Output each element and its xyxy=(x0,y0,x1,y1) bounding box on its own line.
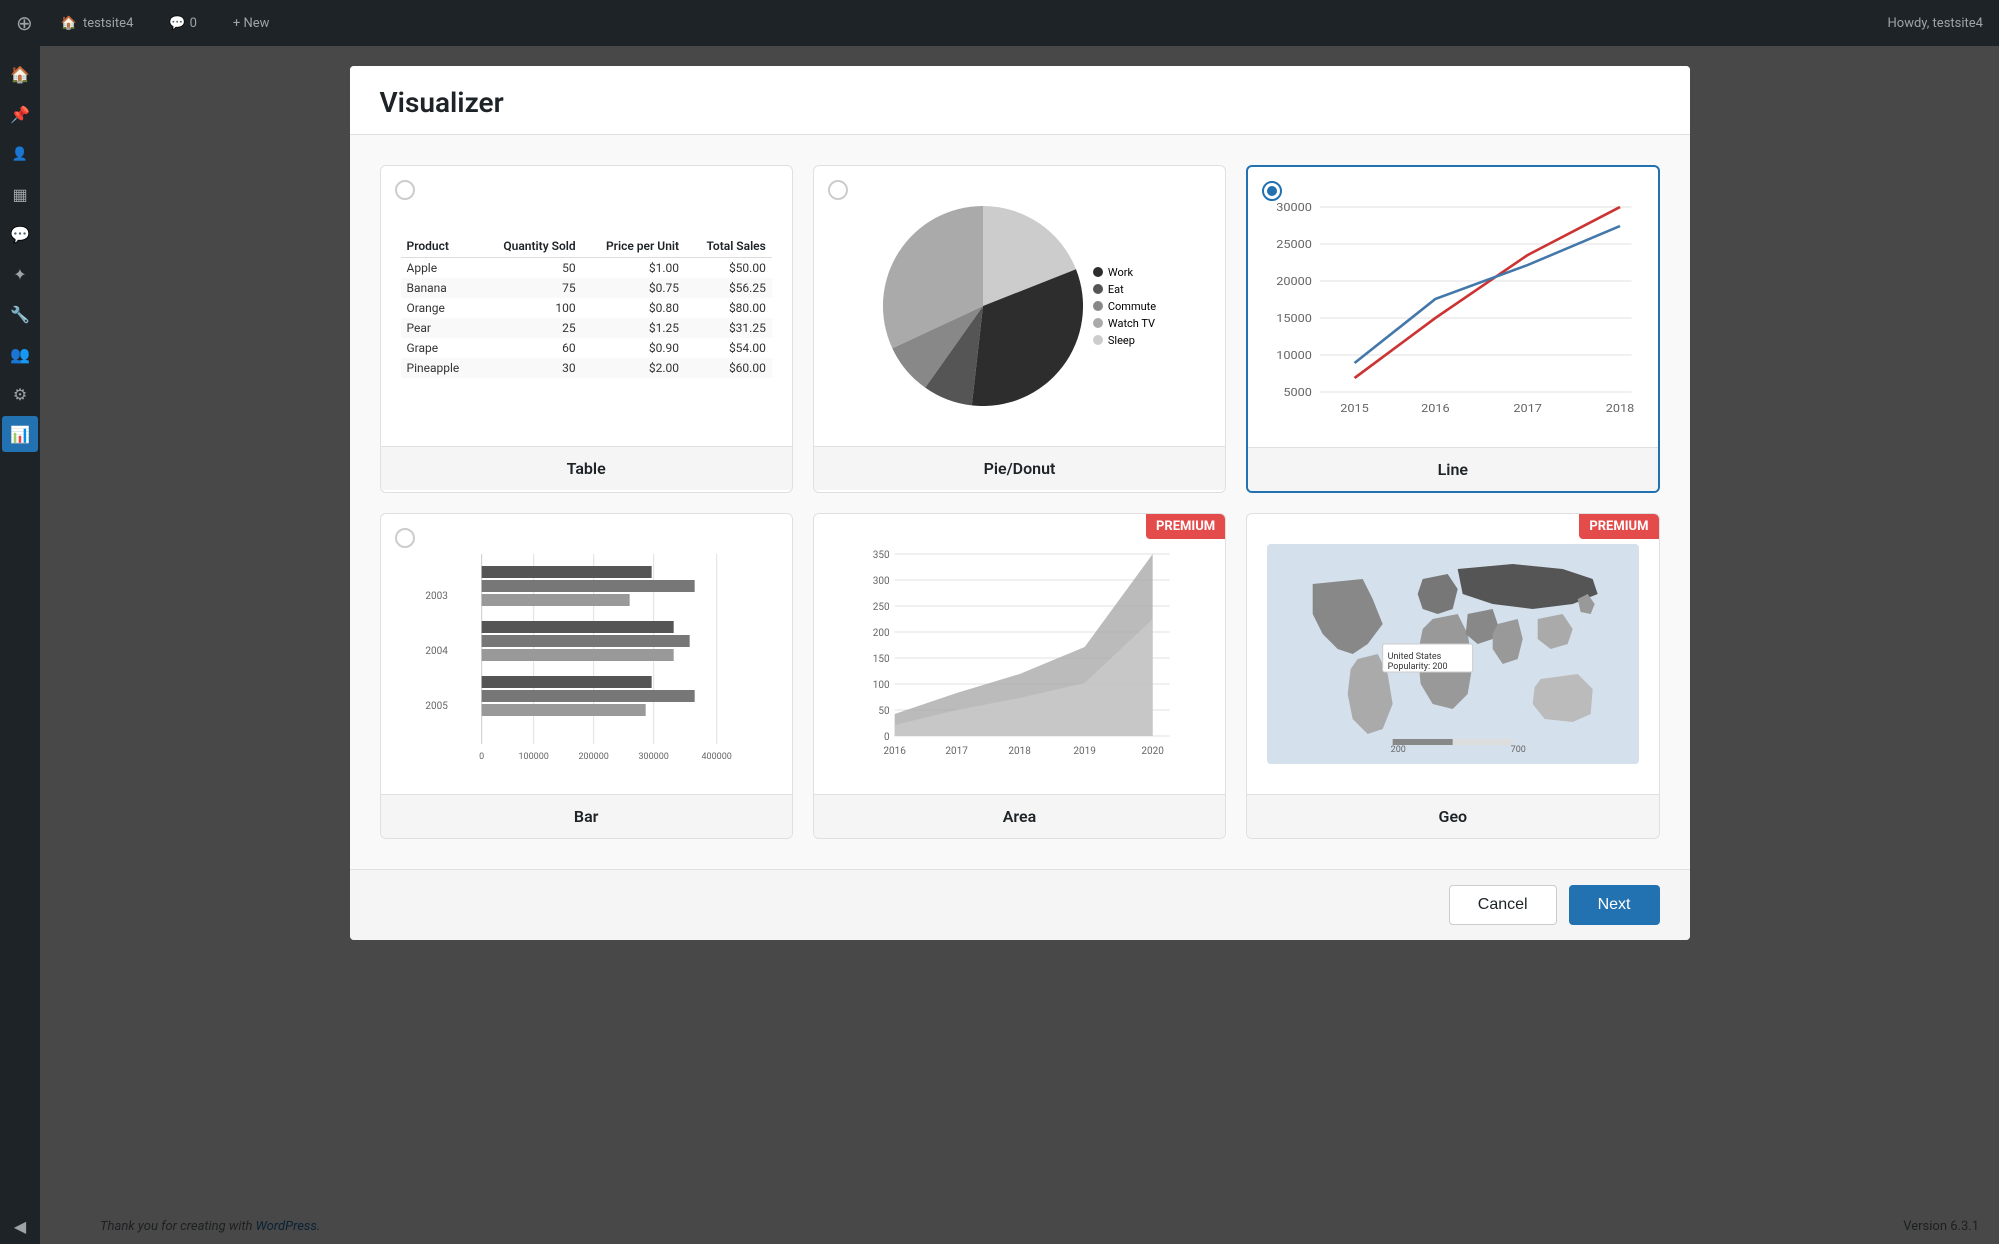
svg-text:2017: 2017 xyxy=(1514,402,1543,415)
table-row: Pineapple30$2.00$60.00 xyxy=(401,358,772,378)
svg-text:200000: 200000 xyxy=(578,752,608,762)
cancel-button[interactable]: Cancel xyxy=(1449,885,1557,925)
radio-table[interactable] xyxy=(395,180,415,200)
new-button[interactable]: + New xyxy=(225,12,278,35)
svg-text:200: 200 xyxy=(873,628,890,639)
sidebar: 🏠 📌 👤 ▦ 💬 ✦ 🔧 👥 ⚙ 📊 ◀ xyxy=(0,46,40,1244)
modal-title: Visualizer xyxy=(380,86,1660,119)
chart-card-area[interactable]: PREMIUM 350 300 250 200 150 xyxy=(813,513,1226,839)
radio-bar[interactable] xyxy=(395,528,415,548)
svg-text:2003: 2003 xyxy=(425,591,447,602)
svg-text:2004: 2004 xyxy=(425,646,448,657)
pie-preview: Work Eat Commute xyxy=(883,206,1156,406)
main-layout: 🏠 📌 👤 ▦ 💬 ✦ 🔧 👥 ⚙ 📊 ◀ Visualizer xyxy=(0,46,1999,1244)
greeting: Howdy, testsite4 xyxy=(1888,16,1983,31)
svg-text:100: 100 xyxy=(873,680,890,691)
premium-badge-area: PREMIUM xyxy=(1146,514,1225,539)
svg-text:United States: United States xyxy=(1388,652,1442,662)
sidebar-icon-plugins[interactable]: 🔧 xyxy=(2,296,38,332)
admin-bar: ⊕ 🏠 testsite4 💬 0 + New Howdy, testsite4 xyxy=(0,0,1999,46)
comments-button[interactable]: 💬 0 xyxy=(161,12,205,35)
visualizer-modal: Visualizer xyxy=(350,66,1690,940)
svg-text:350: 350 xyxy=(873,550,890,561)
legend-eat: Eat xyxy=(1093,283,1156,296)
chart-card-table[interactable]: Product Quantity Sold Price per Unit Tot… xyxy=(380,165,793,493)
svg-text:250: 250 xyxy=(873,602,890,613)
legend-sleep: Sleep xyxy=(1093,334,1156,347)
svg-text:20000: 20000 xyxy=(1276,275,1312,288)
svg-text:300: 300 xyxy=(873,576,890,587)
svg-text:2019: 2019 xyxy=(1073,746,1095,757)
modal-body: Product Quantity Sold Price per Unit Tot… xyxy=(350,135,1690,869)
svg-text:700: 700 xyxy=(1511,745,1526,755)
chart-card-pie[interactable]: Work Eat Commute xyxy=(813,165,1226,493)
sidebar-icon-tools[interactable]: ⚙ xyxy=(2,376,38,412)
svg-text:400000: 400000 xyxy=(701,752,731,762)
svg-text:25000: 25000 xyxy=(1276,238,1312,251)
svg-text:200: 200 xyxy=(1391,745,1406,755)
legend-work: Work xyxy=(1093,266,1156,279)
svg-text:0: 0 xyxy=(884,732,890,743)
table-row: Pear25$1.25$31.25 xyxy=(401,318,772,338)
sidebar-icon-widgets[interactable]: ▦ xyxy=(2,176,38,212)
svg-text:2016: 2016 xyxy=(883,746,906,757)
sidebar-icon-home[interactable]: 🏠 xyxy=(2,56,38,92)
content-area: Visualizer xyxy=(40,46,1999,1244)
svg-text:2018: 2018 xyxy=(1606,402,1635,415)
table-row: Grape60$0.90$54.00 xyxy=(401,338,772,358)
chart-grid: Product Quantity Sold Price per Unit Tot… xyxy=(380,165,1660,839)
line-preview: 30000 25000 20000 15000 10000 5000 xyxy=(1268,197,1637,417)
wp-logo[interactable]: ⊕ xyxy=(16,11,33,35)
table-preview: Product Quantity Sold Price per Unit Tot… xyxy=(401,235,772,378)
geo-preview: United States Popularity: 200 200 700 xyxy=(1267,544,1638,764)
svg-text:100000: 100000 xyxy=(518,752,548,762)
chart-label-area: Area xyxy=(814,794,1225,838)
svg-text:2005: 2005 xyxy=(425,701,448,712)
radio-pie[interactable] xyxy=(828,180,848,200)
svg-text:15000: 15000 xyxy=(1276,312,1312,325)
chart-label-pie: Pie/Donut xyxy=(814,446,1225,490)
sidebar-icon-users[interactable]: 👥 xyxy=(2,336,38,372)
chart-label-line: Line xyxy=(1248,447,1657,491)
chart-card-line[interactable]: 30000 25000 20000 15000 10000 5000 xyxy=(1246,165,1659,493)
chart-label-table: Table xyxy=(381,446,792,490)
chart-card-bar[interactable]: 0 100000 200000 300000 400000 xyxy=(380,513,793,839)
modal-header: Visualizer xyxy=(350,66,1690,135)
sidebar-icon-pin[interactable]: 📌 xyxy=(2,96,38,132)
table-row: Orange100$0.80$80.00 xyxy=(401,298,772,318)
modal-footer: Cancel Next xyxy=(350,869,1690,940)
table-row: Apple50$1.00$50.00 xyxy=(401,257,772,278)
svg-text:2020: 2020 xyxy=(1141,746,1164,757)
svg-text:150: 150 xyxy=(873,654,890,665)
table-row: Banana75$0.75$56.25 xyxy=(401,278,772,298)
svg-text:2015: 2015 xyxy=(1340,402,1369,415)
premium-badge-geo: PREMIUM xyxy=(1579,514,1658,539)
svg-text:300000: 300000 xyxy=(638,752,668,762)
chart-label-bar: Bar xyxy=(381,794,792,838)
sidebar-icon-analytics[interactable]: 📊 xyxy=(2,416,38,452)
svg-text:Popularity: 200: Popularity: 200 xyxy=(1388,662,1448,672)
svg-text:2018: 2018 xyxy=(1008,746,1031,757)
svg-text:0: 0 xyxy=(479,752,484,762)
legend-commute: Commute xyxy=(1093,300,1156,313)
bar-preview: 0 100000 200000 300000 400000 xyxy=(401,544,772,764)
svg-text:2017: 2017 xyxy=(945,746,968,757)
sidebar-icon-user[interactable]: 👤 xyxy=(2,136,38,172)
svg-text:50: 50 xyxy=(878,706,890,717)
sidebar-icon-appearance[interactable]: ✦ xyxy=(2,256,38,292)
chart-card-geo[interactable]: PREMIUM xyxy=(1246,513,1659,839)
svg-text:30000: 30000 xyxy=(1276,201,1312,214)
svg-text:2016: 2016 xyxy=(1421,402,1450,415)
svg-text:10000: 10000 xyxy=(1276,349,1312,362)
chart-label-geo: Geo xyxy=(1247,794,1658,838)
next-button[interactable]: Next xyxy=(1569,885,1660,925)
sidebar-icon-comments[interactable]: 💬 xyxy=(2,216,38,252)
sidebar-icon-collapse[interactable]: ◀ xyxy=(2,1208,38,1244)
modal-overlay: Visualizer xyxy=(40,46,1999,1244)
svg-text:5000: 5000 xyxy=(1284,386,1313,399)
area-preview: 350 300 250 200 150 100 50 0 xyxy=(834,544,1205,764)
legend-watchtv: Watch TV xyxy=(1093,317,1156,330)
site-name[interactable]: 🏠 testsite4 xyxy=(53,12,142,35)
